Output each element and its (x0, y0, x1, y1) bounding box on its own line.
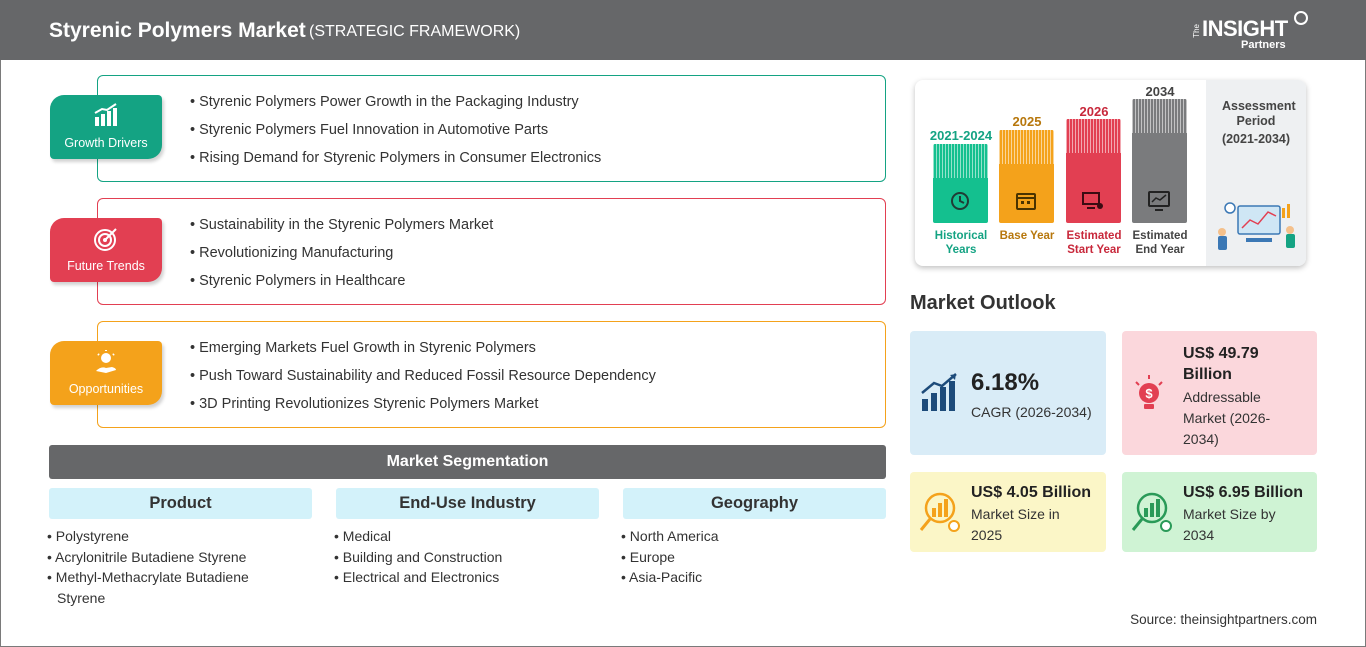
svg-text:$: $ (1145, 386, 1153, 401)
timeline-bar-caption: Base Year (999, 230, 1055, 242)
addressable-label: Addressable Market (2026-2034) (1183, 389, 1271, 447)
addressable-value: US$ 49.79 Billion (1183, 345, 1259, 383)
timeline-year-label: 2021-2024 (929, 128, 993, 143)
timeline-bar-caption: Historical Years (934, 230, 988, 256)
presentation-icon (1082, 192, 1103, 209)
target-icon (94, 228, 117, 251)
list-item: Emerging Markets Fuel Growth in Styrenic… (190, 340, 656, 368)
addressable-market-card: $ US$ 49.79 Billion Addressable Market (… (1122, 331, 1317, 455)
timeline-bar (1132, 99, 1187, 223)
market-size-2034-value: US$ 6.95 Billion (1183, 484, 1304, 501)
timeline-year-label: 2034 (1145, 84, 1175, 99)
segment-head-geography: Geography (623, 488, 886, 519)
badge-label: Opportunities (68, 382, 144, 396)
page-title: Styrenic Polymers Market (49, 19, 306, 42)
list-item: Medical (334, 526, 584, 547)
logo-ring-icon (1294, 11, 1308, 25)
list-item: Rising Demand for Styrenic Polymers in C… (190, 150, 601, 178)
timeline-bar-caption: Estimated End Year (1132, 230, 1188, 256)
list-item: Revolutionizing Manufacturing (190, 245, 493, 273)
list-item: Europe (621, 547, 871, 568)
opportunities-list: Emerging Markets Fuel Growth in Styrenic… (190, 340, 656, 424)
segment-list-end-use: Medical Building and Construction Electr… (334, 526, 584, 588)
list-item: Building and Construction (334, 547, 584, 568)
assessment-period: (2021-2034) (1221, 132, 1291, 146)
cagr-value: 6.18% (971, 369, 1040, 396)
badge-label: Growth Drivers (64, 136, 148, 150)
growth-chart-icon (94, 103, 117, 126)
future-trends-badge: Future Trends (50, 218, 162, 282)
page-subtitle: (STRATEGIC FRAMEWORK) (309, 23, 521, 40)
timeline-year-label: 2026 (1079, 104, 1109, 119)
list-item: Push Toward Sustainability and Reduced F… (190, 368, 656, 396)
dollar-bulb-icon: $ (1135, 375, 1163, 409)
list-item: Electrical and Electronics (334, 567, 584, 588)
list-item: 3D Printing Revolutionizes Styrenic Poly… (190, 396, 656, 424)
growth-drivers-box: Styrenic Polymers Power Growth in the Pa… (97, 75, 886, 182)
segment-head-product: Product (49, 488, 312, 519)
history-icon (951, 192, 969, 210)
market-size-2025-label: Market Size in 2025 (971, 506, 1060, 543)
market-size-2025-value: US$ 4.05 Billion (971, 484, 1092, 501)
list-item: Styrenic Polymers Power Growth in the Pa… (190, 94, 601, 122)
list-item: Styrenic Polymers Fuel Innovation in Aut… (190, 122, 601, 150)
cagr-label: CAGR (2026-2034) (971, 404, 1092, 420)
timeline-bar-caption: Estimated Start Year (1066, 230, 1122, 256)
list-item: Methyl-Methacrylate Butadiene Styrene (47, 567, 287, 608)
money-growth-icon (1131, 492, 1172, 532)
segment-list-product: Polystyrene Acrylonitrile Butadiene Styr… (47, 526, 287, 608)
list-item: Acrylonitrile Butadiene Styrene (47, 547, 287, 568)
growth-bars-icon (921, 373, 957, 411)
calendar-icon (1016, 193, 1036, 210)
market-size-2034-card: US$ 6.95 Billion Market Size by 2034 (1122, 472, 1317, 552)
money-growth-icon (919, 492, 960, 532)
header-bar: Styrenic Polymers Market (STRATEGIC FRAM… (0, 0, 1366, 60)
source-credit: Source: theinsightpartners.com (1130, 612, 1317, 627)
list-item: Sustainability in the Styrenic Polymers … (190, 217, 493, 245)
insight-partners-logo[interactable]: The INSIGHT Partners (1190, 10, 1320, 54)
timeline-year-label: 2025 (1012, 114, 1042, 129)
list-item: Asia-Pacific (621, 567, 871, 588)
assessment-label: Assessment Period (1222, 99, 1296, 128)
monitor-chart-icon (1148, 191, 1170, 211)
segmentation-header: Market Segmentation (49, 445, 886, 479)
segment-head-end-use: End-Use Industry (336, 488, 599, 519)
analysts-illustration-icon (1218, 202, 1295, 250)
timeline-bar (1066, 119, 1121, 223)
cagr-card: 6.18% CAGR (2026-2034) (910, 331, 1106, 455)
timeline-bar (933, 144, 988, 223)
market-size-2025-card: US$ 4.05 Billion Market Size in 2025 (910, 472, 1106, 552)
list-item: North America (621, 526, 871, 547)
opportunities-badge: Opportunities (50, 341, 162, 405)
lightbulb-hand-icon (96, 350, 116, 373)
market-size-2034-label: Market Size by 2034 (1183, 506, 1276, 543)
list-item: Polystyrene (47, 526, 287, 547)
timeline-bar (999, 130, 1054, 223)
market-outlook-title: Market Outlook (910, 292, 1056, 314)
growth-drivers-badge: Growth Drivers (50, 95, 162, 159)
future-trends-list: Sustainability in the Styrenic Polymers … (190, 217, 493, 301)
growth-drivers-list: Styrenic Polymers Power Growth in the Pa… (190, 94, 601, 178)
segment-list-geography: North America Europe Asia-Pacific (621, 526, 871, 588)
opportunities-box: Emerging Markets Fuel Growth in Styrenic… (97, 321, 886, 428)
list-item: Styrenic Polymers in Healthcare (190, 273, 493, 301)
future-trends-box: Sustainability in the Styrenic Polymers … (97, 198, 886, 305)
badge-label: Future Trends (67, 259, 145, 273)
